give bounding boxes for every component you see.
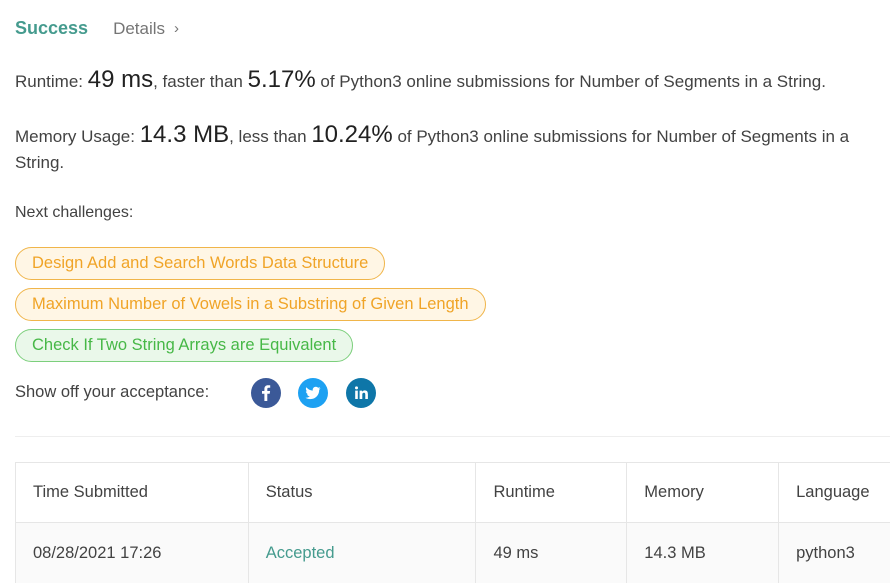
details-label[interactable]: Details [113, 19, 165, 39]
column-header-status: Status [249, 463, 477, 522]
memory-prefix: Memory Usage: [15, 127, 140, 146]
runtime-stat: Runtime: 49 ms, faster than 5.17% of Pyt… [15, 67, 885, 95]
chevron-right-icon[interactable]: › [174, 20, 179, 37]
memory-middle: , less than [229, 127, 312, 146]
cell-status[interactable]: Accepted [249, 523, 477, 583]
share-label: Show off your acceptance: [15, 383, 210, 401]
submissions-table: Time Submitted Status Runtime Memory Lan… [15, 462, 890, 583]
memory-stat: Memory Usage: 14.3 MB, less than 10.24% … [15, 122, 885, 176]
cell-memory: 14.3 MB [627, 523, 780, 583]
challenge-chip-medium[interactable]: Design Add and Search Words Data Structu… [15, 247, 386, 280]
result-header: Success Details › [15, 18, 179, 39]
challenge-chip-medium[interactable]: Maximum Number of Vowels in a Substring … [15, 288, 486, 321]
accepted-status-link[interactable]: Accepted [266, 544, 335, 563]
memory-percent: 10.24% [311, 121, 393, 148]
runtime-value: 49 ms [87, 66, 154, 93]
linkedin-icon[interactable] [346, 378, 376, 408]
runtime-percent: 5.17% [247, 66, 316, 93]
twitter-icon[interactable] [298, 378, 328, 408]
cell-language: python3 [796, 543, 855, 562]
runtime-suffix: of Python3 online submissions for Number… [315, 72, 826, 91]
challenge-chip-easy[interactable]: Check If Two String Arrays are Equivalen… [15, 329, 354, 362]
column-header-language: Language [796, 483, 870, 501]
details-link[interactable]: Details › [113, 19, 179, 39]
next-challenges-label: Next challenges: [15, 204, 134, 221]
runtime-middle: , faster than [153, 72, 248, 91]
table-header-row: Time Submitted Status Runtime Memory Lan… [16, 463, 890, 523]
success-status: Success [15, 18, 89, 38]
facebook-icon[interactable] [251, 378, 281, 408]
cell-runtime: 49 ms [476, 523, 628, 583]
cell-time-submitted: 08/28/2021 17:26 [16, 523, 249, 583]
memory-value: 14.3 MB [139, 121, 230, 148]
divider [15, 436, 890, 437]
column-header-time-submitted: Time Submitted [16, 463, 249, 522]
column-header-runtime: Runtime [476, 463, 628, 522]
runtime-prefix: Runtime: [15, 72, 88, 91]
column-header-memory: Memory [627, 463, 780, 522]
table-row: 08/28/2021 17:26 Accepted 49 ms 14.3 MB … [16, 523, 890, 583]
